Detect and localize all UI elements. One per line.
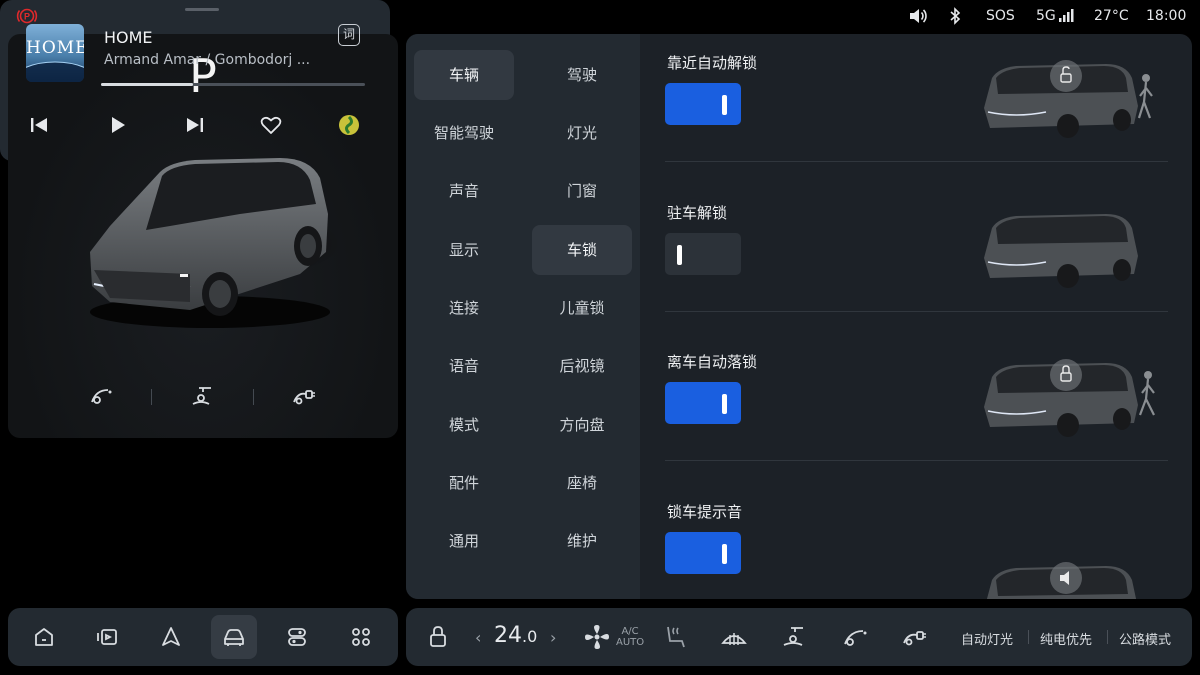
menu-item-mirrors[interactable]: 后视镜 bbox=[532, 341, 632, 391]
menu-item-maintenance[interactable]: 维护 bbox=[532, 516, 632, 566]
home-icon[interactable] bbox=[21, 615, 67, 659]
song-title: HOME bbox=[104, 28, 153, 47]
highway-mode-button[interactable]: 公路模式 bbox=[1119, 629, 1171, 648]
next-icon[interactable] bbox=[182, 112, 208, 138]
walkaway-lock-illustration bbox=[976, 347, 1166, 447]
menu-item-seats[interactable]: 座椅 bbox=[532, 458, 632, 508]
park-unlock-illustration bbox=[976, 198, 1166, 298]
signal-bars-icon bbox=[1058, 7, 1076, 23]
navigation-icon[interactable] bbox=[148, 615, 194, 659]
lyrics-button[interactable]: 词 bbox=[338, 24, 360, 46]
setting-divider bbox=[665, 161, 1168, 162]
bluetooth-icon[interactable] bbox=[948, 7, 962, 25]
menu-item-voice[interactable]: 语音 bbox=[414, 341, 514, 391]
menu-item-child-lock[interactable]: 儿童锁 bbox=[532, 283, 632, 333]
parking-brake-icon: P bbox=[16, 7, 38, 25]
status-bar: P SOS 5G 27°C 18:00 bbox=[0, 0, 1200, 32]
settings-menu: 车辆 驾驶 智能驾驶 灯光 声音 门窗 显示 车锁 连接 儿童锁 语音 后视镜 … bbox=[406, 34, 640, 599]
setting-title-walkaway-lock: 离车自动落锁 bbox=[667, 353, 758, 371]
clock: 18:00 bbox=[1146, 8, 1187, 24]
menu-item-display[interactable]: 显示 bbox=[414, 225, 514, 275]
apps-grid-icon[interactable] bbox=[338, 615, 384, 659]
auto-label: AUTO bbox=[616, 637, 645, 648]
music-app-icon[interactable] bbox=[336, 112, 362, 138]
charge-port-icon[interactable] bbox=[189, 382, 217, 410]
menu-item-sound[interactable]: 声音 bbox=[414, 166, 514, 216]
network-label: 5G bbox=[1036, 8, 1056, 24]
approach-unlock-toggle[interactable] bbox=[665, 83, 741, 125]
playback-progress-bar[interactable] bbox=[101, 83, 365, 86]
unlock-approach-illustration bbox=[976, 48, 1166, 148]
menu-item-connection[interactable]: 连接 bbox=[414, 283, 514, 333]
setting-divider bbox=[665, 460, 1168, 461]
fuel-door-icon[interactable] bbox=[88, 382, 116, 410]
vehicle-overview-panel: P bbox=[8, 34, 398, 438]
song-artist: Armand Amar / Gombodorj ... bbox=[104, 52, 311, 68]
ev-priority-button[interactable]: 纯电优先 bbox=[1040, 629, 1092, 648]
temperature-increase-button[interactable]: › bbox=[550, 628, 556, 647]
defrost-icon[interactable] bbox=[718, 621, 750, 653]
lock-icon[interactable] bbox=[422, 621, 454, 653]
dock-separator bbox=[1028, 630, 1029, 644]
fuel-door-icon[interactable] bbox=[840, 621, 872, 653]
walkaway-lock-toggle[interactable] bbox=[665, 382, 741, 424]
setting-title-park-unlock: 驻车解锁 bbox=[667, 204, 728, 222]
menu-item-general[interactable]: 通用 bbox=[414, 516, 514, 566]
drag-handle[interactable] bbox=[185, 8, 219, 11]
lock-sound-illustration bbox=[976, 550, 1166, 599]
setting-title-approach-unlock: 靠近自动解锁 bbox=[667, 54, 758, 72]
vehicle-settings-panel: 车辆 驾驶 智能驾驶 灯光 声音 门窗 显示 车锁 连接 儿童锁 语音 后视镜 … bbox=[406, 34, 1192, 599]
outside-temperature: 27°C bbox=[1094, 8, 1129, 24]
playback-progress-fill bbox=[101, 83, 194, 86]
play-icon[interactable] bbox=[104, 112, 130, 138]
sos-button[interactable]: SOS bbox=[986, 7, 1015, 25]
menu-item-accessories[interactable]: 配件 bbox=[414, 458, 514, 508]
app-dock bbox=[8, 608, 398, 666]
menu-item-driving[interactable]: 驾驶 bbox=[532, 50, 632, 100]
menu-item-smart-driving[interactable]: 智能驾驶 bbox=[414, 108, 514, 158]
setting-title-lock-sound: 锁车提示音 bbox=[667, 503, 743, 521]
menu-item-steering-wheel[interactable]: 方向盘 bbox=[532, 400, 632, 450]
auto-lights-button[interactable]: 自动灯光 bbox=[961, 629, 1013, 648]
car-icon[interactable] bbox=[211, 615, 257, 659]
previous-icon[interactable] bbox=[26, 112, 52, 138]
fan-icon[interactable] bbox=[581, 621, 613, 653]
charge-port-icon[interactable] bbox=[779, 621, 811, 653]
toggle-switches-icon[interactable] bbox=[274, 615, 320, 659]
menu-item-doors-windows[interactable]: 门窗 bbox=[532, 166, 632, 216]
svg-text:P: P bbox=[24, 12, 30, 22]
ac-auto-button[interactable]: A/C AUTO bbox=[616, 626, 644, 648]
setting-divider bbox=[665, 311, 1168, 312]
lock-sound-toggle[interactable] bbox=[665, 532, 741, 574]
temperature-decimal: .0 bbox=[522, 627, 538, 646]
climate-dock: ‹ 24.0 › A/C AUTO 自动灯光 纯电优先 公路模式 bbox=[406, 608, 1192, 666]
ac-label: A/C bbox=[621, 626, 639, 637]
charge-plug-icon[interactable] bbox=[900, 621, 932, 653]
menu-item-vehicle[interactable]: 车辆 bbox=[414, 50, 514, 100]
temperature-decrease-button[interactable]: ‹ bbox=[475, 628, 481, 647]
heart-icon[interactable] bbox=[258, 112, 284, 138]
media-screen-icon[interactable] bbox=[84, 615, 130, 659]
menu-item-modes[interactable]: 模式 bbox=[414, 400, 514, 450]
volume-icon[interactable] bbox=[908, 7, 928, 25]
temperature-value: 24 bbox=[494, 623, 522, 648]
dock-separator bbox=[1107, 630, 1108, 644]
album-art[interactable]: HOME bbox=[26, 24, 84, 82]
park-unlock-toggle[interactable] bbox=[665, 233, 741, 275]
seat-heat-icon[interactable] bbox=[658, 621, 690, 653]
charge-plug-icon[interactable] bbox=[290, 382, 318, 410]
menu-item-locks[interactable]: 车锁 bbox=[532, 225, 632, 275]
cabin-temperature[interactable]: 24.0 bbox=[494, 623, 537, 648]
menu-item-lights[interactable]: 灯光 bbox=[532, 108, 632, 158]
car-render-illustration[interactable] bbox=[70, 134, 350, 334]
